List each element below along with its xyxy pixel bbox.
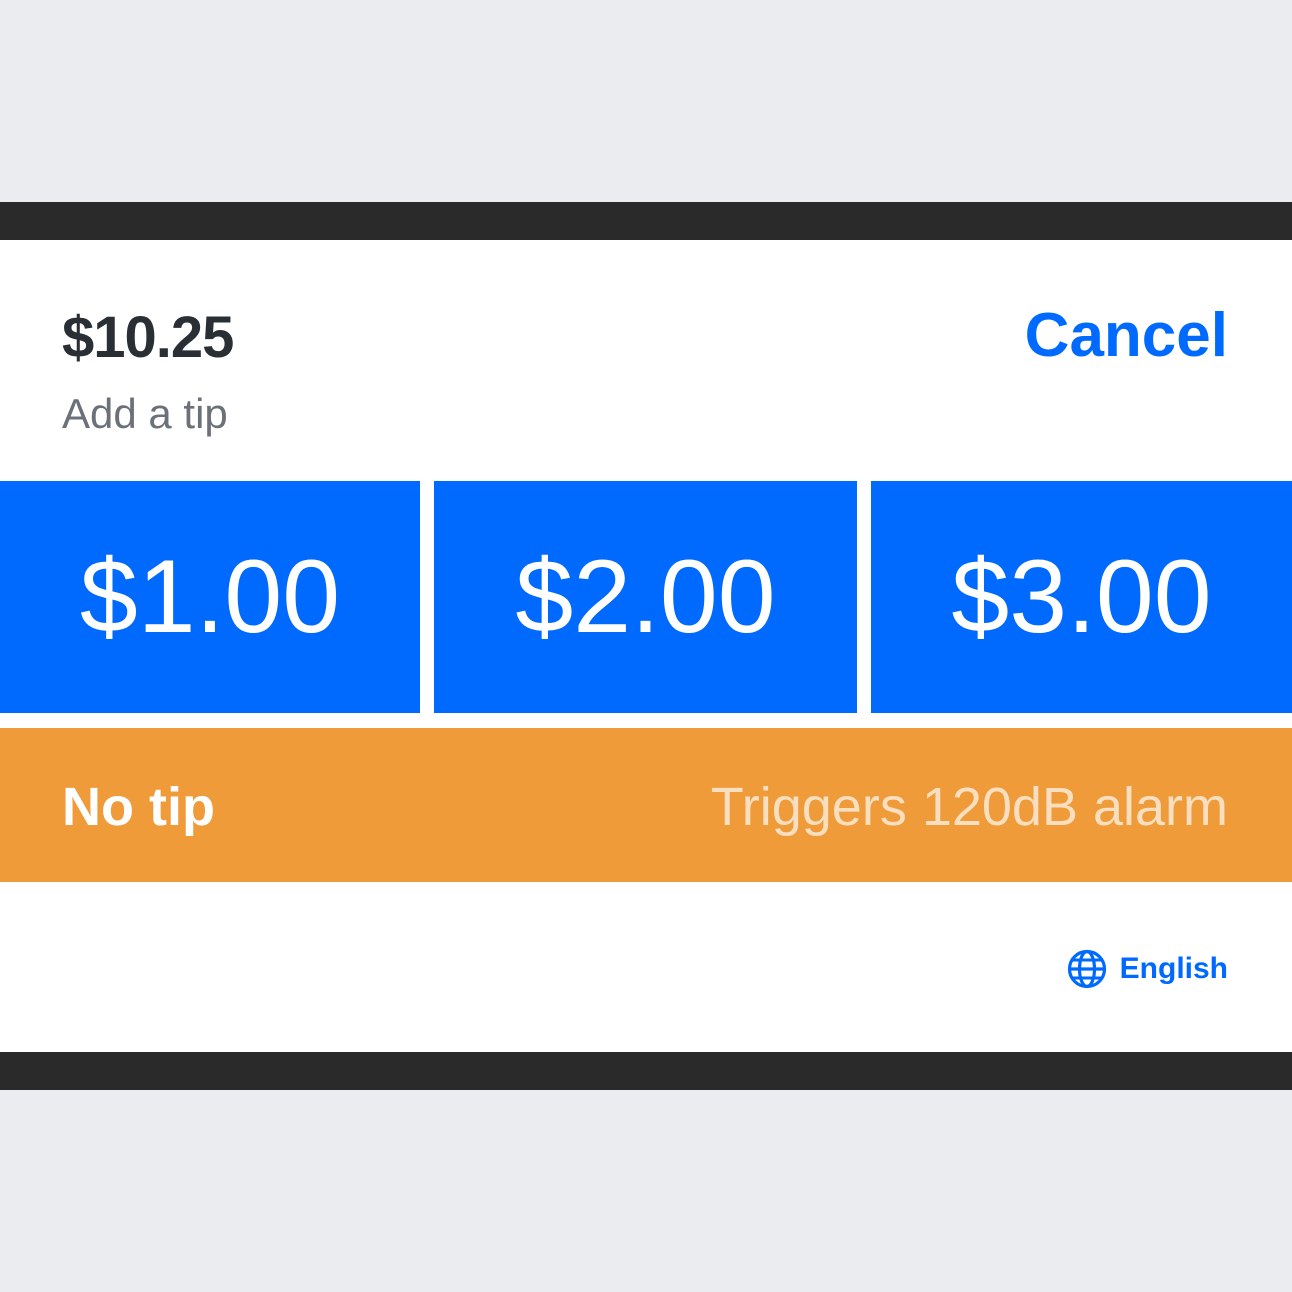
tip-screen: $10.25 Add a tip Cancel $1.00 $2.00 $3.0…: [0, 240, 1292, 1052]
tip-option-button[interactable]: $1.00: [0, 481, 420, 713]
no-tip-warning: Triggers 120dB alarm: [710, 777, 1228, 837]
cancel-button[interactable]: Cancel: [1025, 300, 1228, 371]
add-tip-prompt: Add a tip: [62, 390, 228, 437]
no-tip-button[interactable]: No tip Triggers 120dB alarm: [0, 728, 1292, 882]
tip-options: $1.00 $2.00 $3.00: [0, 481, 1292, 713]
tip-option-button[interactable]: $2.00: [434, 481, 857, 713]
device-bezel-top: [0, 202, 1292, 240]
no-tip-label: No tip: [62, 777, 215, 837]
language-selector[interactable]: English: [1066, 946, 1228, 992]
language-label: English: [1119, 952, 1228, 985]
order-total: $10.25: [62, 305, 234, 370]
globe-icon: [1067, 949, 1106, 989]
device-bezel-bottom: [0, 1052, 1292, 1090]
tip-option-button[interactable]: $3.00: [871, 481, 1292, 713]
